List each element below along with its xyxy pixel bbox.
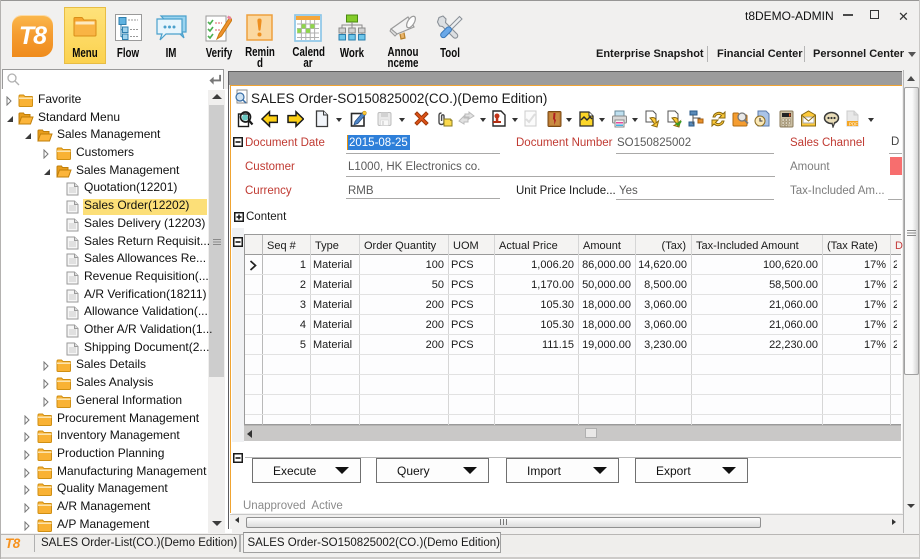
svg-text:PDF: PDF xyxy=(849,122,858,127)
